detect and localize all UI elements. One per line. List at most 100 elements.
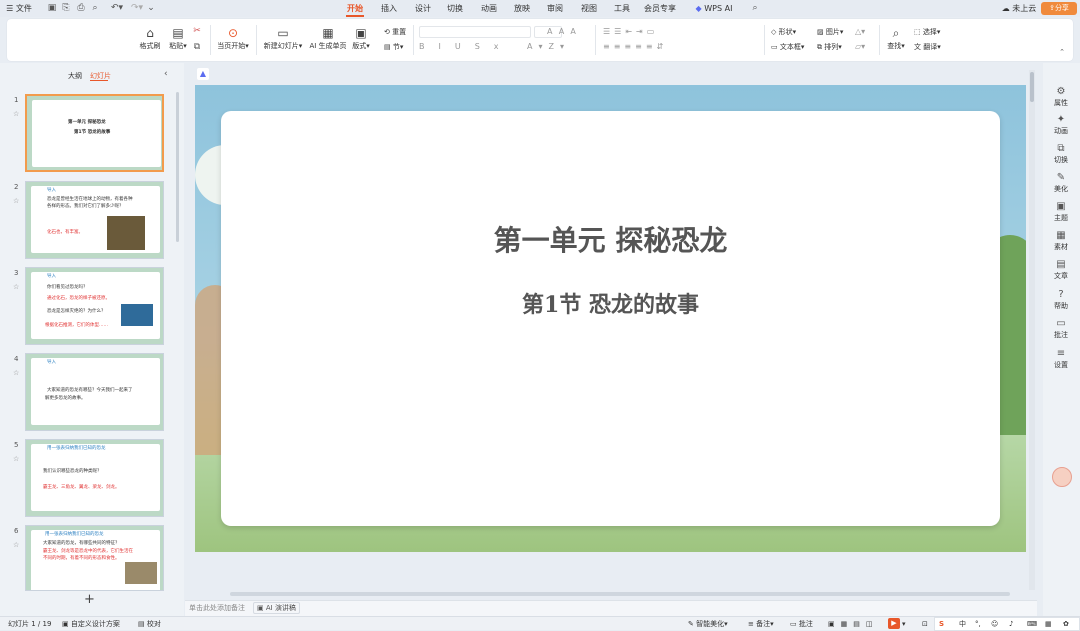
shape-fill-icon[interactable]: △▾ bbox=[855, 27, 865, 37]
cut-icon[interactable]: ✂ bbox=[191, 25, 203, 37]
comments-toggle-button[interactable]: ▭ 批注 bbox=[790, 618, 813, 630]
proofread-button[interactable]: ▤ 校对 bbox=[138, 618, 161, 630]
shape-button[interactable]: ◇ 形状▾ bbox=[771, 27, 796, 37]
ime-emoji-icon[interactable]: ☺ bbox=[991, 618, 998, 630]
textbox-button[interactable]: ▭ 文本框▾ bbox=[771, 42, 804, 52]
ime-logo-icon[interactable]: S bbox=[939, 618, 944, 630]
tab-animation[interactable]: 动画 bbox=[476, 0, 502, 17]
redo-icon[interactable]: ↷▾ bbox=[128, 0, 146, 17]
ai-assist-icon[interactable]: ▲ bbox=[197, 68, 209, 80]
fit-window-icon[interactable]: ⊡ bbox=[922, 618, 928, 630]
play-from-current-button[interactable]: ⊙ 当页开始▾ bbox=[215, 25, 251, 51]
undo-icon[interactable]: ↶▾ bbox=[108, 0, 126, 17]
star-icon[interactable]: ☆ bbox=[13, 369, 19, 377]
star-icon[interactable]: ☆ bbox=[13, 110, 19, 118]
star-icon[interactable]: ☆ bbox=[13, 283, 19, 291]
ime-grid-icon[interactable]: ▦ bbox=[1045, 618, 1052, 630]
tab-slideshow[interactable]: 放映 bbox=[509, 0, 535, 17]
theme-button[interactable]: ▣ 主题 bbox=[1046, 201, 1076, 223]
ime-voice-icon[interactable]: ♪ bbox=[1009, 618, 1013, 630]
ime-punctuation-icon[interactable]: °, bbox=[975, 618, 981, 630]
tab-design[interactable]: 设计 bbox=[410, 0, 436, 17]
list-format-icons[interactable]: ☰☰⇤⇥▭ bbox=[603, 27, 658, 37]
tab-tools[interactable]: 工具 bbox=[609, 0, 635, 17]
collapse-panel-chevron-icon[interactable]: ‹ bbox=[164, 69, 168, 79]
canvas-vertical-scrollbar[interactable] bbox=[1029, 70, 1035, 590]
custom-design-button[interactable]: ▣ 自定义设计方案 bbox=[62, 618, 120, 630]
tab-view[interactable]: 视图 bbox=[576, 0, 602, 17]
translate-button[interactable]: 文 翻译▾ bbox=[914, 42, 941, 52]
wps-ai-button[interactable]: ◆ WPS AI bbox=[690, 0, 738, 17]
settings-button[interactable]: ≡ 设置 bbox=[1046, 348, 1076, 370]
slide-subtitle[interactable]: 第1节 恐龙的故事 bbox=[221, 287, 1000, 319]
copy-icon[interactable]: ⧉ bbox=[191, 41, 203, 53]
ai-generate-page-button[interactable]: ▦ AI 生成单页 bbox=[307, 25, 349, 51]
smart-beautify-button[interactable]: ✎ 智能美化▾ bbox=[688, 618, 728, 630]
slide-thumbnail-3[interactable]: 导入 你们看见过恐龙吗？ 通过化石，恐龙的样子被还原。 恐龙是怎样灭绝的？为什么… bbox=[25, 267, 164, 345]
save-icon[interactable]: ▣ bbox=[46, 0, 58, 17]
slide-thumbnail-1[interactable]: 第一单元 探秘恐龙 第1节 恐龙的故事 bbox=[25, 94, 164, 172]
print-preview-icon[interactable]: ⌕ bbox=[89, 0, 101, 17]
share-button[interactable]: ⇪分享 bbox=[1041, 2, 1077, 15]
add-slide-button[interactable]: + bbox=[84, 592, 95, 607]
slide-thumbnail-2[interactable]: 导入 恐龙是曾经生活在地球上的动物，有着各种 各样的形态。我们对它们了解多少呢？… bbox=[25, 181, 164, 259]
paragraph-align-icons[interactable]: ≡≡≡≡≡⇵ bbox=[603, 42, 667, 52]
shape-outline-icon[interactable]: ▱▾ bbox=[855, 42, 865, 52]
canvas-horizontal-scrollbar[interactable] bbox=[230, 592, 1010, 596]
font-color-icons[interactable]: A▾Z▾ bbox=[527, 42, 570, 52]
tab-outline[interactable]: 大纲 bbox=[68, 71, 82, 81]
beautify-button[interactable]: ✎ 美化 bbox=[1046, 172, 1076, 194]
collapse-ribbon-icon[interactable]: ⌃ bbox=[1057, 47, 1067, 57]
reset-button[interactable]: ⟲ 重置 bbox=[384, 27, 406, 37]
select-button[interactable]: ⬚ 选择▾ bbox=[914, 27, 940, 37]
ime-keyboard-icon[interactable]: ⌨ bbox=[1027, 618, 1037, 630]
section-button[interactable]: ▤ 节▾ bbox=[384, 42, 403, 52]
ime-mode-toggle[interactable]: 中 bbox=[959, 618, 966, 630]
cloud-status[interactable]: ☁ 未上云 bbox=[1000, 0, 1038, 17]
slide-thumbnail-5[interactable]: 用一张表归纳我们已知的恐龙 我们认识哪些恐龙的种类呢？ 霸王龙、三角龙、翼龙、梁… bbox=[25, 439, 164, 517]
tab-insert[interactable]: 插入 bbox=[376, 0, 402, 17]
animation-pane-button[interactable]: ✦ 动画 bbox=[1046, 114, 1076, 136]
comments-pane-button[interactable]: ▭ 批注 bbox=[1046, 318, 1076, 340]
export-pdf-icon[interactable]: ⎘ bbox=[60, 0, 72, 17]
properties-button[interactable]: ⚙ 属性 bbox=[1046, 86, 1076, 108]
notes-placeholder[interactable]: 单击此处添加备注 bbox=[189, 603, 245, 613]
view-mode-icons[interactable]: ▣▦▤◫ bbox=[828, 618, 878, 630]
star-icon[interactable]: ☆ bbox=[13, 197, 19, 205]
more-chevron-icon[interactable]: ⌄ bbox=[146, 0, 156, 17]
format-painter-button[interactable]: ⌂ 格式刷 bbox=[137, 25, 163, 51]
print-icon[interactable]: ⎙ bbox=[75, 0, 87, 17]
new-slide-button[interactable]: ▭ 新建幻灯片▾ bbox=[261, 25, 305, 51]
slide-thumbnail-4[interactable]: 导入 大家知道的恐龙有哪些？今天我们一起来了 解更多恐龙的故事。 bbox=[25, 353, 164, 431]
assistant-avatar[interactable] bbox=[1052, 467, 1072, 487]
font-family-select[interactable] bbox=[419, 26, 531, 38]
star-icon[interactable]: ☆ bbox=[13, 455, 19, 463]
tab-review[interactable]: 审阅 bbox=[542, 0, 568, 17]
paste-button[interactable]: ▤ 粘贴▾ bbox=[165, 25, 191, 51]
article-button[interactable]: ▤ 文章 bbox=[1046, 259, 1076, 281]
play-options-chevron-icon[interactable]: ▾ bbox=[902, 618, 906, 630]
ime-skin-icon[interactable]: ✿ bbox=[1063, 618, 1069, 630]
slide-content-card[interactable]: 第一单元 探秘恐龙 第1节 恐龙的故事 bbox=[221, 111, 1000, 526]
file-menu[interactable]: ☰ 文件 bbox=[4, 0, 34, 17]
layout-button[interactable]: ▣ 版式▾ bbox=[350, 25, 372, 51]
ai-speech-button[interactable]: ▣ AI 演讲稿 bbox=[253, 602, 300, 614]
tab-transitions[interactable]: 切换 bbox=[442, 0, 468, 17]
thumbnail-scrollbar[interactable] bbox=[176, 92, 179, 242]
slide-thumbnail-6[interactable]: 用一张表归纳我们已知的恐龙 大家知道的恐龙，有哪些共同的特征？ 霸王龙、剑龙等是… bbox=[25, 525, 164, 591]
notes-toggle-button[interactable]: ≡ 备注▾ bbox=[748, 618, 774, 630]
play-slideshow-icon[interactable]: ▶ bbox=[888, 618, 900, 629]
transition-pane-button[interactable]: ⧉ 切换 bbox=[1046, 143, 1076, 165]
scrollbar-thumb[interactable] bbox=[1030, 72, 1034, 102]
help-button[interactable]: ? 帮助 bbox=[1046, 289, 1076, 311]
tab-member[interactable]: 会员专享 bbox=[642, 0, 678, 17]
arrange-button[interactable]: ⧉ 排列▾ bbox=[817, 42, 842, 52]
find-button[interactable]: ⌕ 查找▾ bbox=[885, 25, 907, 51]
star-icon[interactable]: ☆ bbox=[13, 541, 19, 549]
assets-button[interactable]: ▦ 素材 bbox=[1046, 230, 1076, 252]
font-size-adjust-icons[interactable]: AAA bbox=[547, 27, 582, 37]
picture-button[interactable]: ▨ 图片▾ bbox=[817, 27, 843, 37]
slide-title[interactable]: 第一单元 探秘恐龙 bbox=[221, 219, 1000, 259]
search-icon[interactable]: ⌕ bbox=[748, 0, 762, 17]
font-style-buttons[interactable]: BIUSx bbox=[419, 42, 513, 52]
